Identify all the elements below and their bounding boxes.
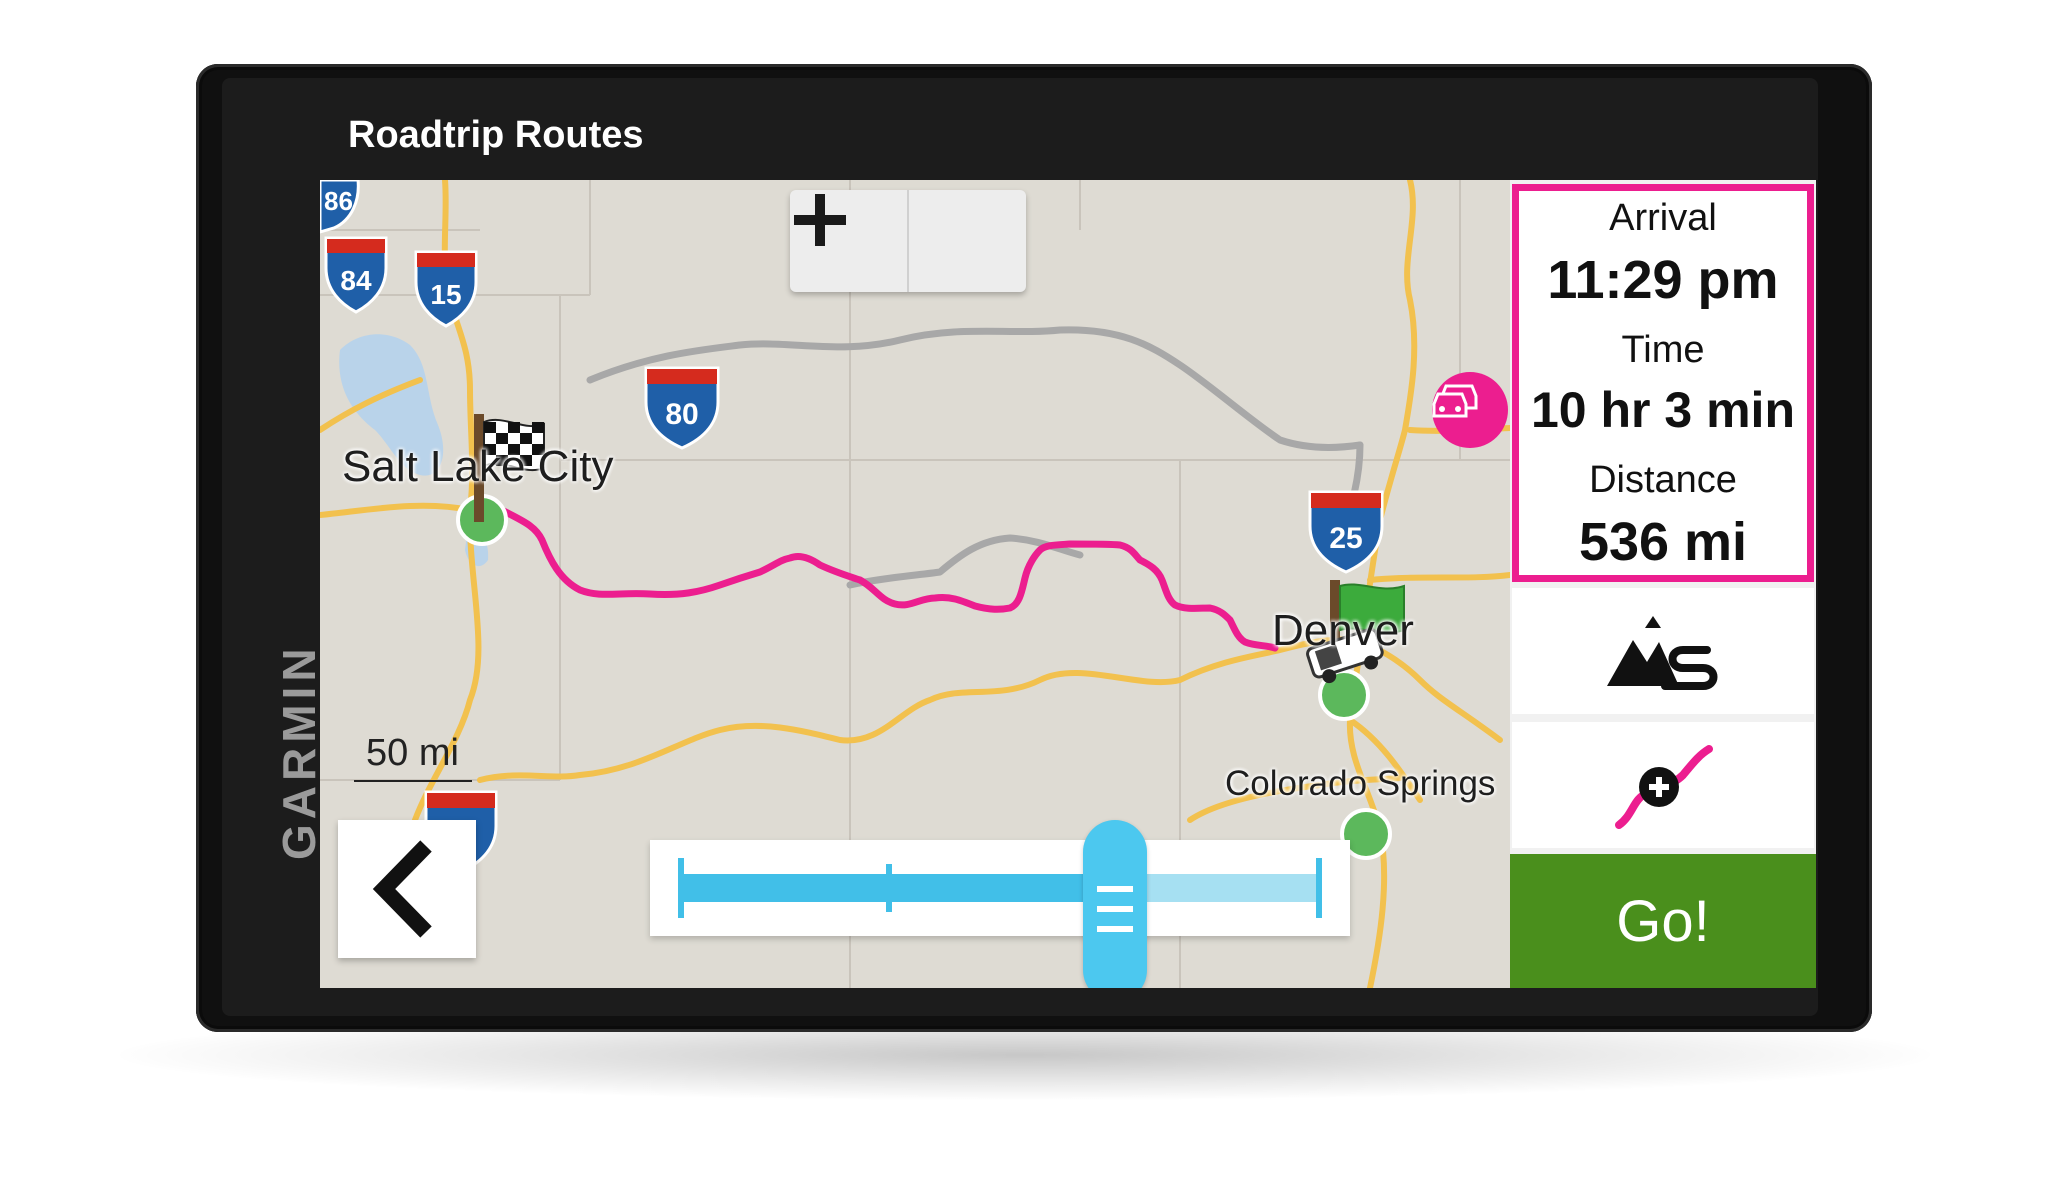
city-label-destination: Denver [1272,606,1414,655]
slider-tick-mid [886,864,892,912]
city-label-colorado-springs: Colorado Springs [1225,764,1496,803]
plus-icon [794,194,846,246]
svg-text:15: 15 [430,279,461,310]
mountain-route-icon [1607,616,1718,690]
traffic-icon[interactable] [1432,372,1508,448]
chevron-left-icon [372,840,432,938]
map-scale: 50 mi [354,732,474,782]
svg-text:86: 86 [324,186,353,216]
svg-text:80: 80 [665,398,698,431]
svg-text:84: 84 [340,265,372,296]
svg-text:25: 25 [1329,522,1362,555]
time-value: 10 hr 3 min [1531,382,1795,438]
scale-label: 50 mi [366,732,459,774]
screen: 86 84 15 80 25 Salt Lake City Denver Col… [320,180,1816,988]
route-slider[interactable] [650,840,1350,936]
distance-label: Distance [1589,459,1737,501]
map-view[interactable]: 86 84 15 80 25 Salt Lake City Denver Col… [320,180,1510,988]
slider-tick-start [678,858,684,918]
arrival-value: 11:29 pm [1547,250,1779,310]
go-button[interactable]: Go! [1510,854,1816,988]
arrival-label: Arrival [1609,197,1717,239]
add-via-point-button[interactable] [1512,722,1814,848]
brand-logo: GARMIN [273,643,325,860]
interstate-shield-86: 86 [320,180,360,234]
distance-value: 536 mi [1578,512,1748,572]
slider-tick-end [1316,858,1322,918]
time-label: Time [1621,329,1705,371]
slider-fill [680,874,1116,902]
page-title: Roadtrip Routes [348,114,644,156]
back-button[interactable] [338,820,476,958]
interstate-shield-84: 84 [324,236,388,314]
city-label-origin: Salt Lake City [342,442,614,491]
trip-side-panel: Arrival 11:29 pm Time 10 hr 3 min Distan… [1510,180,1816,988]
interstate-shield-15: 15 [414,250,478,328]
trip-info-box[interactable]: Arrival 11:29 pm Time 10 hr 3 min Distan… [1512,184,1814,582]
zoom-control [790,190,1026,292]
interstate-shield-80: 80 [644,366,720,450]
scenic-route-button[interactable] [1512,588,1814,714]
add-via-point-icon [1615,745,1713,829]
zoom-in-button[interactable] [794,190,1026,292]
route-slider-panel [650,840,1350,936]
traffic-icon-glyph [1432,384,1478,418]
scale-bar [354,780,472,782]
slider-thumb[interactable] [1083,820,1148,988]
